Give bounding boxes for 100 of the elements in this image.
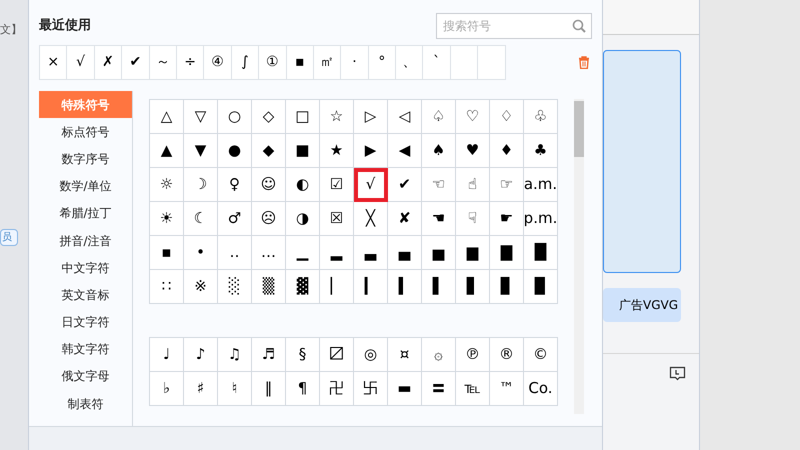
symbol-cell[interactable]: ☛ (490, 202, 524, 236)
symbol-cell[interactable]: ♠ (422, 134, 456, 168)
symbol-cell[interactable]: ▇ (490, 236, 524, 270)
symbol-cell[interactable]: ▬ (388, 372, 422, 406)
symbol-cell[interactable]: 〼 (320, 338, 354, 372)
symbol-cell[interactable]: ☹ (252, 202, 286, 236)
symbol-cell[interactable]: ╳ (354, 202, 388, 236)
symbol-cell[interactable]: ♭ (150, 372, 184, 406)
symbol-cell[interactable]: ☟ (456, 202, 490, 236)
symbol-cell[interactable]: ◆ (252, 134, 286, 168)
recent-symbol[interactable]: ∫ (232, 46, 260, 80)
recent-symbol[interactable]: × (40, 46, 68, 80)
symbol-cell[interactable]: ® (490, 338, 524, 372)
symbol-cell[interactable]: ◇ (252, 100, 286, 134)
symbol-cell[interactable]: ☾ (184, 202, 218, 236)
symbol-cell[interactable]: △ (150, 100, 184, 134)
recent-symbol[interactable]: ` (423, 46, 451, 80)
recent-symbol[interactable]: ～ (150, 46, 177, 80)
ad-button[interactable]: 广告VGVG (603, 288, 681, 322)
symbol-cell[interactable]: ▌ (422, 270, 456, 304)
symbol-cell[interactable]: ¤ (388, 338, 422, 372)
symbol-cell[interactable]: ▓ (286, 270, 320, 304)
recent-symbol[interactable]: ÷ (176, 46, 204, 80)
search-field[interactable]: 搜索符号 (436, 13, 592, 39)
category-tab[interactable]: 韩文字符 (39, 336, 132, 363)
symbol-cell[interactable]: ◎ (354, 338, 388, 372)
recent-symbol[interactable]: 、 (396, 46, 424, 80)
category-tab[interactable]: 数学/单位 (39, 172, 132, 200)
symbol-cell[interactable]: … (252, 236, 286, 270)
symbol-cell[interactable]: ▼ (184, 134, 218, 168)
empty-slot[interactable] (478, 46, 506, 80)
symbol-cell[interactable]: ♣ (524, 134, 558, 168)
symbol-cell[interactable]: ▅ (422, 236, 456, 270)
symbol-cell[interactable]: ‥ (218, 236, 252, 270)
symbol-cell[interactable]: ▁ (286, 236, 320, 270)
symbol-cell[interactable]: ☺ (252, 168, 286, 202)
symbol-cell[interactable]: ♤ (422, 100, 456, 134)
symbol-cell[interactable]: ▲ (150, 134, 184, 168)
symbol-cell[interactable]: ☑ (320, 168, 354, 202)
empty-slot[interactable] (450, 46, 478, 80)
symbol-cell[interactable]: 卍 (320, 372, 354, 406)
symbol-cell[interactable]: ▏ (320, 270, 354, 304)
symbol-cell[interactable]: √ (354, 168, 388, 202)
symbol-cell[interactable]: ☒ (320, 202, 354, 236)
symbol-cell[interactable]: © (524, 338, 558, 372)
symbol-cell[interactable]: ☽ (184, 168, 218, 202)
symbol-cell[interactable]: • (184, 236, 218, 270)
recent-symbol[interactable]: ▪ (286, 46, 314, 80)
symbol-cell[interactable]: ▃ (354, 236, 388, 270)
symbol-cell[interactable]: ♥ (456, 134, 490, 168)
symbol-cell[interactable]: ◐ (286, 168, 320, 202)
symbol-cell[interactable]: ▷ (354, 100, 388, 134)
symbol-cell[interactable]: 〓 (422, 372, 456, 406)
symbol-cell[interactable]: ◁ (388, 100, 422, 134)
symbol-cell[interactable]: a.m. (524, 168, 558, 202)
category-tab[interactable]: 标点符号 (39, 118, 132, 146)
symbol-cell[interactable]: ☜ (422, 168, 456, 202)
symbol-cell[interactable]: ▶ (354, 134, 388, 168)
recent-symbol[interactable]: ① (259, 46, 287, 80)
symbol-cell[interactable]: 卐 (354, 372, 388, 406)
symbol-cell[interactable]: ※ (184, 270, 218, 304)
symbol-cell[interactable]: ℗ (456, 338, 490, 372)
symbol-cell[interactable]: ▋ (456, 270, 490, 304)
symbol-cell[interactable]: ☆ (320, 100, 354, 134)
recent-symbol[interactable]: ✔ (122, 46, 150, 80)
recent-symbol[interactable]: ✗ (94, 46, 122, 80)
symbol-cell[interactable]: ♀ (218, 168, 252, 202)
symbol-cell[interactable]: ♧ (524, 100, 558, 134)
category-tab[interactable]: 希腊/拉丁 (39, 200, 132, 227)
symbol-cell[interactable]: ♫ (218, 338, 252, 372)
symbol-cell[interactable]: ♬ (252, 338, 286, 372)
category-tab[interactable]: 中文字符 (39, 254, 132, 282)
category-tab[interactable]: 数字序号 (39, 145, 132, 173)
recent-symbol[interactable]: ④ (204, 46, 232, 80)
category-tab[interactable]: 拼音/注音 (39, 226, 132, 254)
symbol-cell[interactable]: ☝ (456, 168, 490, 202)
symbol-cell[interactable]: ☀ (150, 202, 184, 236)
symbol-cell[interactable]: ▉ (524, 270, 558, 304)
category-tab[interactable]: 制表符 (39, 390, 132, 418)
symbol-cell[interactable]: ▎ (354, 270, 388, 304)
symbol-cell[interactable]: ■ (286, 134, 320, 168)
symbol-cell[interactable]: ▂ (320, 236, 354, 270)
symbol-cell[interactable]: ♪ (184, 338, 218, 372)
symbol-cell[interactable]: ♡ (456, 100, 490, 134)
symbol-cell[interactable]: ☼ (150, 168, 184, 202)
symbol-cell[interactable]: ‖ (252, 372, 286, 406)
symbol-cell[interactable]: ♢ (490, 100, 524, 134)
recent-symbol[interactable]: ㎡ (314, 46, 342, 80)
symbol-cell[interactable]: ▄ (388, 236, 422, 270)
message-icon[interactable] (669, 366, 686, 381)
symbol-cell[interactable]: § (286, 338, 320, 372)
symbol-cell[interactable]: ✔ (388, 168, 422, 202)
symbol-cell[interactable]: ☚ (422, 202, 456, 236)
symbol-cell[interactable]: ✘ (388, 202, 422, 236)
scrollbar[interactable] (574, 99, 584, 414)
symbol-cell[interactable]: ∷ (150, 270, 184, 304)
recent-symbol[interactable]: ° (368, 46, 396, 80)
symbol-cell[interactable]: █ (524, 236, 558, 270)
symbol-cell[interactable]: p.m. (524, 202, 558, 236)
recent-symbol[interactable]: · (341, 46, 369, 80)
